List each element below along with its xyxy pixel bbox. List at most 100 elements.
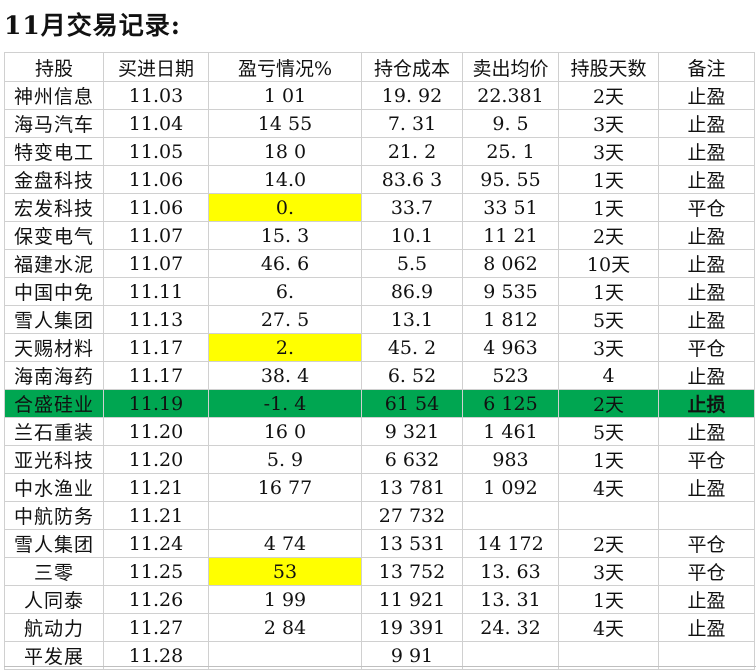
cell-cost[interactable]: 19 391	[361, 613, 463, 642]
cell-stock[interactable]: 人同泰	[4, 585, 104, 614]
cell-sell-price[interactable]: 8 062	[462, 249, 559, 278]
cell-buy-date[interactable]: 11.27	[103, 613, 209, 642]
cell-sell-price[interactable]: 33 51	[462, 193, 559, 222]
cell-days[interactable]: 4天	[558, 473, 659, 502]
cell-cost[interactable]: 21. 2	[361, 137, 463, 166]
cell-buy-date[interactable]: 11.25	[103, 557, 209, 586]
cell-buy-date[interactable]: 11.07	[103, 249, 209, 278]
cell-note[interactable]	[658, 501, 755, 530]
cell-cost[interactable]: 45. 2	[361, 333, 463, 362]
cell-pnl[interactable]: 16 77	[208, 473, 362, 502]
cell-sell-price[interactable]: 11 21	[462, 221, 559, 250]
cell-stock[interactable]: 中水渔业	[4, 473, 104, 502]
cell-buy-date[interactable]: 11.11	[103, 277, 209, 306]
cell-stock[interactable]: 中航防务	[4, 501, 104, 530]
cell-note[interactable]: 止盈	[658, 585, 755, 614]
cell-days[interactable]: 4	[558, 361, 659, 390]
cell-sell-price[interactable]: 13. 63	[462, 557, 559, 586]
cell-pnl[interactable]: 2 84	[208, 613, 362, 642]
cell-note[interactable]: 止盈	[658, 165, 755, 194]
cell-stock[interactable]: 雪人集团	[4, 305, 104, 334]
cell-note[interactable]: 止盈	[658, 221, 755, 250]
cell-stock[interactable]: 航动力	[4, 613, 104, 642]
cell-pnl[interactable]: 6.	[208, 277, 362, 306]
cell-cost[interactable]: 6 632	[361, 445, 463, 474]
cell-note[interactable]: 止盈	[658, 305, 755, 334]
cell-stock[interactable]: 亚光科技	[4, 445, 104, 474]
cell-sell-price[interactable]: 22.381	[462, 81, 559, 110]
cell-buy-date[interactable]: 11.07	[103, 221, 209, 250]
cell-note[interactable]: 平仓	[658, 529, 755, 558]
cell-note[interactable]: 止盈	[658, 613, 755, 642]
cell-buy-date[interactable]: 11.17	[103, 333, 209, 362]
cell-stock[interactable]: 福建水泥	[4, 249, 104, 278]
cell-buy-date[interactable]: 11.21	[103, 473, 209, 502]
cell-buy-date[interactable]: 11.06	[103, 193, 209, 222]
cell-days[interactable]: 2天	[558, 389, 659, 418]
cell-days[interactable]: 2天	[558, 81, 659, 110]
cell-days[interactable]: 5天	[558, 305, 659, 334]
cell-pnl[interactable]: 53	[208, 557, 362, 586]
cell-cost[interactable]: 13 781	[361, 473, 463, 502]
cell-stock[interactable]: 合盛硅业	[4, 389, 104, 418]
header-stock[interactable]: 持股	[4, 52, 104, 82]
cell-cost[interactable]: 7. 31	[361, 109, 463, 138]
cell-pnl[interactable]: -1. 4	[208, 389, 362, 418]
cell-days[interactable]: 1天	[558, 277, 659, 306]
cell-note[interactable]: 止盈	[658, 417, 755, 446]
cell-stock[interactable]: 宏发科技	[4, 193, 104, 222]
cell-cost[interactable]: 27 732	[361, 501, 463, 530]
cell-note[interactable]: 止损	[658, 389, 755, 418]
cell-days[interactable]: 2天	[558, 221, 659, 250]
cell-pnl[interactable]: 1 01	[208, 81, 362, 110]
cell-stock[interactable]: 特变电工	[4, 137, 104, 166]
cell-cost[interactable]: 10.1	[361, 221, 463, 250]
cell-buy-date[interactable]: 11.21	[103, 501, 209, 530]
cell-stock[interactable]: 海南海药	[4, 361, 104, 390]
cell-sell-price[interactable]: 9. 5	[462, 109, 559, 138]
header-days[interactable]: 持股天数	[558, 52, 659, 82]
cell-note[interactable]: 止盈	[658, 277, 755, 306]
cell-pnl[interactable]	[208, 501, 362, 530]
cell-buy-date[interactable]: 11.26	[103, 585, 209, 614]
cell-days[interactable]: 3天	[558, 137, 659, 166]
cell-note[interactable]: 平仓	[658, 193, 755, 222]
cell-pnl[interactable]: 16 0	[208, 417, 362, 446]
cell-days[interactable]: 10天	[558, 249, 659, 278]
cell-sell-price[interactable]: 25. 1	[462, 137, 559, 166]
cell-days[interactable]: 3天	[558, 109, 659, 138]
cell-sell-price[interactable]: 4 963	[462, 333, 559, 362]
cell-cost[interactable]: 61 54	[361, 389, 463, 418]
cell-days[interactable]: 5天	[558, 417, 659, 446]
header-sell-price[interactable]: 卖出均价	[462, 52, 559, 82]
cell-pnl[interactable]: 0.	[208, 193, 362, 222]
cell-cost[interactable]: 33.7	[361, 193, 463, 222]
cell-note[interactable]: 平仓	[658, 557, 755, 586]
cell-sell-price[interactable]: 13. 31	[462, 585, 559, 614]
header-buy-date[interactable]: 买进日期	[103, 52, 209, 82]
cell-cost[interactable]: 9 321	[361, 417, 463, 446]
cell-note[interactable]: 平仓	[658, 333, 755, 362]
cell-note[interactable]: 止盈	[658, 473, 755, 502]
cell-sell-price[interactable]: 6 125	[462, 389, 559, 418]
cell-days[interactable]: 4天	[558, 613, 659, 642]
cell-days[interactable]: 3天	[558, 557, 659, 586]
cell-sell-price[interactable]: 1 812	[462, 305, 559, 334]
cell-buy-date[interactable]: 11.17	[103, 361, 209, 390]
cell-stock[interactable]: 海马汽车	[4, 109, 104, 138]
cell-pnl[interactable]: 5. 9	[208, 445, 362, 474]
cell-pnl[interactable]: 1 99	[208, 585, 362, 614]
cell-cost[interactable]: 83.6 3	[361, 165, 463, 194]
cell-sell-price[interactable]: 1 092	[462, 473, 559, 502]
cell-days[interactable]	[558, 501, 659, 530]
cell-sell-price[interactable]: 9 535	[462, 277, 559, 306]
cell-note[interactable]: 止盈	[658, 249, 755, 278]
cell-stock[interactable]: 三零	[4, 557, 104, 586]
cell-stock[interactable]: 保变电气	[4, 221, 104, 250]
cell-cost[interactable]: 19. 92	[361, 81, 463, 110]
cell-sell-price[interactable]: 1 461	[462, 417, 559, 446]
cell-sell-price[interactable]: 523	[462, 361, 559, 390]
cell-days[interactable]: 3天	[558, 333, 659, 362]
header-cost[interactable]: 持仓成本	[361, 52, 463, 82]
cell-cost[interactable]: 5.5	[361, 249, 463, 278]
